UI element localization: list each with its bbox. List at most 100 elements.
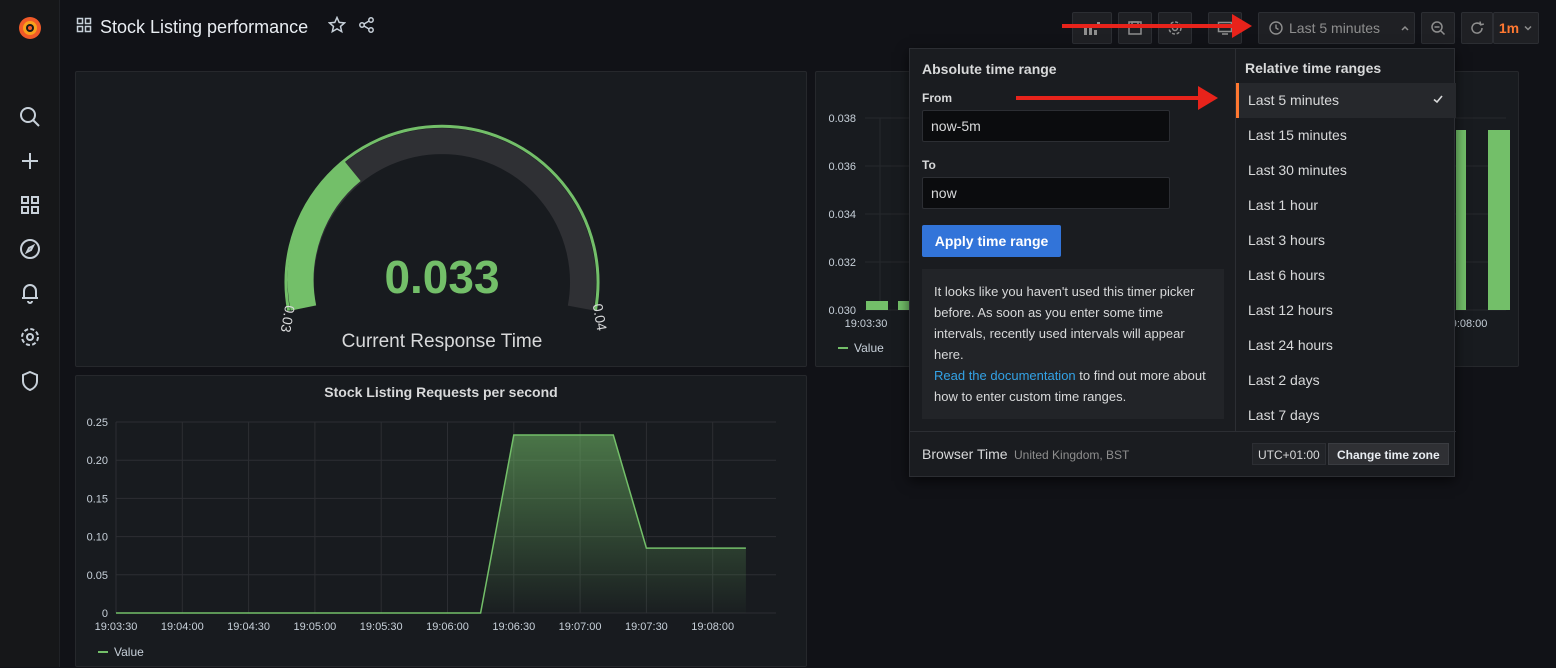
range-item-label: Last 6 hours	[1248, 267, 1326, 283]
range-item[interactable]: Last 24 hours	[1236, 328, 1456, 363]
gauge-value: 0.033	[384, 251, 499, 303]
dashboard-grid-icon	[76, 17, 92, 38]
range-item-label: Last 30 minutes	[1248, 162, 1347, 178]
refresh-interval-picker[interactable]: 1m	[1493, 12, 1539, 44]
area-chart: 0.25 0.20 0.15 0.10 0.05 019:03:30 19:04:00 19:…	[87, 417, 776, 633]
range-item[interactable]: Last 30 minutes	[1236, 153, 1456, 188]
monitor-icon	[1217, 21, 1233, 35]
change-time-zone-button[interactable]: Change time zone	[1328, 443, 1449, 465]
bar	[1488, 130, 1510, 310]
time-range-button[interactable]: Last 5 minutes	[1258, 12, 1415, 44]
range-item[interactable]: Last 6 hours	[1236, 258, 1456, 293]
series-area	[116, 435, 746, 613]
from-label: From	[922, 91, 952, 105]
zoom-out-icon	[1431, 21, 1446, 36]
gauge-value-arc	[287, 160, 361, 311]
requests-graph-panel: Stock Listing Requests per second 0.25 0.…	[75, 375, 807, 667]
x-tick: 19:03:30	[95, 621, 138, 633]
dashboard-settings-button[interactable]	[1158, 12, 1192, 44]
bar-legend[interactable]: Value	[838, 341, 884, 355]
range-item-label: Last 1 hour	[1248, 197, 1319, 213]
annotation-arrow-top	[1062, 14, 1252, 38]
range-item-label: Last 7 days	[1248, 407, 1320, 423]
range-item-label: Last 3 hours	[1248, 232, 1326, 248]
range-item[interactable]: Last 1 hour	[1236, 188, 1456, 223]
compass-icon[interactable]	[18, 237, 42, 261]
dashboard-title[interactable]: Stock Listing performance	[100, 17, 308, 38]
y-tick: 0.030	[828, 305, 856, 317]
range-item-label: Last 24 hours	[1248, 337, 1333, 353]
absolute-range-section: Absolute time range From now-5m To now A…	[910, 49, 1236, 431]
range-item[interactable]: Last 5 minutes	[1236, 83, 1456, 118]
clock-icon	[1269, 21, 1283, 35]
legend-label: Value	[854, 341, 884, 355]
to-label: To	[922, 158, 936, 172]
info-text: It looks like you haven't used this time…	[934, 284, 1195, 362]
gear-icon[interactable]	[18, 325, 42, 349]
time-range-label: Last 5 minutes	[1289, 20, 1381, 36]
grafana-logo-icon[interactable]	[16, 14, 44, 42]
y-tick: 0.036	[828, 161, 856, 173]
line-legend[interactable]: Value	[98, 645, 144, 659]
shield-icon[interactable]	[18, 369, 42, 393]
legend-label: Value	[114, 645, 144, 659]
y-tick: 0.034	[828, 209, 856, 221]
time-picker-footer: Browser Time United Kingdom, BST UTC+01:…	[910, 431, 1456, 477]
refresh-interval-value: 1m	[1498, 20, 1520, 36]
bar	[1456, 130, 1466, 310]
range-item[interactable]: Last 2 days	[1236, 363, 1456, 398]
y-tick: 0.25	[87, 417, 108, 429]
y-tick: 0.10	[87, 532, 108, 544]
absolute-range-title: Absolute time range	[922, 61, 1057, 77]
x-tick: 19:04:00	[161, 621, 204, 633]
settings-gear-icon	[1168, 21, 1182, 35]
from-input[interactable]: now-5m	[922, 110, 1170, 142]
legend-swatch	[98, 651, 108, 653]
to-input[interactable]: now	[922, 177, 1170, 209]
y-tick: 0.20	[87, 455, 108, 467]
check-icon	[1432, 83, 1444, 118]
star-icon[interactable]	[327, 15, 347, 39]
y-tick: 0	[102, 608, 108, 620]
y-tick: 0.05	[87, 570, 108, 582]
chevron-down-icon	[1524, 25, 1532, 31]
gauge-max-label: 0.04	[590, 302, 611, 332]
range-item[interactable]: Last 15 minutes	[1236, 118, 1456, 153]
range-item-label: Last 15 minutes	[1248, 127, 1347, 143]
range-item[interactable]: Last 12 hours	[1236, 293, 1456, 328]
gauge-min-label: 0.03	[278, 304, 299, 334]
zoom-out-button[interactable]	[1421, 12, 1455, 44]
y-tick: 0.15	[87, 493, 108, 505]
range-item[interactable]: Last 7 days	[1236, 398, 1456, 433]
share-icon[interactable]	[358, 16, 376, 39]
bar	[866, 301, 888, 310]
y-tick: 0.038	[828, 113, 856, 125]
relative-range-title: Relative time ranges	[1245, 60, 1382, 76]
dashboards-icon[interactable]	[18, 193, 42, 217]
range-item-label: Last 2 days	[1248, 372, 1320, 388]
range-item-label: Last 12 hours	[1248, 302, 1333, 318]
browser-time-zone: United Kingdom, BST	[1014, 448, 1130, 462]
relative-range-section: Relative time ranges Last 5 minutes Last …	[1236, 49, 1456, 431]
gauge-panel: 0.03 0.04 0.033 Current Response Time	[75, 71, 807, 367]
x-tick: 19:07:30	[625, 621, 668, 633]
x-tick: 19:04:30	[227, 621, 270, 633]
time-picker-info-box: It looks like you haven't used this time…	[922, 269, 1224, 419]
add-panel-icon	[1084, 22, 1100, 35]
range-item[interactable]: Last 3 hours	[1236, 223, 1456, 258]
documentation-link[interactable]: Read the documentation	[934, 368, 1076, 383]
legend-swatch	[838, 347, 848, 349]
add-panel-button[interactable]	[1072, 12, 1112, 44]
apply-time-range-button[interactable]: Apply time range	[922, 225, 1061, 257]
search-icon[interactable]	[18, 105, 42, 129]
plus-icon[interactable]	[18, 149, 42, 173]
x-tick: 19:06:30	[492, 621, 535, 633]
chevron-up-icon	[1400, 20, 1410, 36]
sidebar	[0, 0, 60, 667]
time-picker-dropdown: Absolute time range From now-5m To now A…	[909, 48, 1456, 477]
bell-icon[interactable]	[18, 281, 42, 305]
refresh-button[interactable]	[1461, 12, 1493, 44]
x-tick: 19:05:30	[360, 621, 403, 633]
save-dashboard-button[interactable]	[1118, 12, 1152, 44]
x-tick: 19:07:00	[559, 621, 602, 633]
